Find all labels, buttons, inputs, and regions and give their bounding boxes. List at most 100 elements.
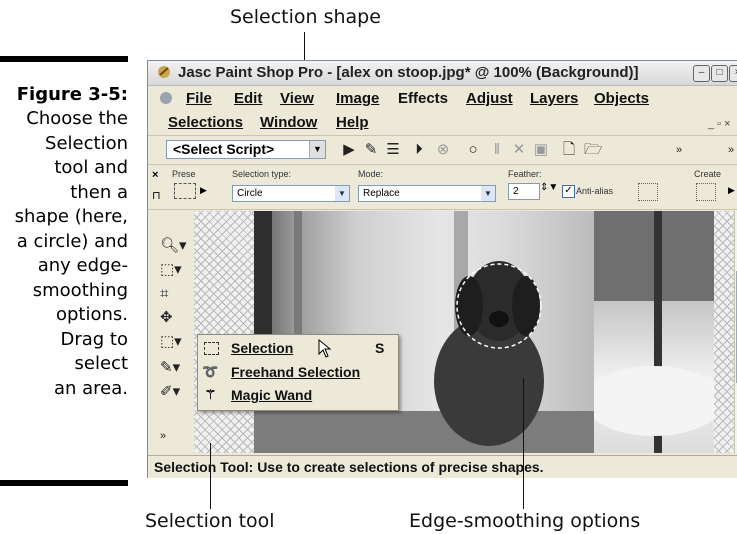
selection-type-label: Selection type: xyxy=(232,169,292,179)
menu-file[interactable]: File xyxy=(186,90,212,107)
script-list-icon[interactable]: ☰ xyxy=(384,141,402,159)
menu-window[interactable]: Window xyxy=(260,114,317,131)
maximize-button[interactable]: □ xyxy=(711,65,728,82)
menu-view-label: View xyxy=(280,90,314,107)
app-logo-icon xyxy=(156,64,172,80)
overflow-chevron-icon-2[interactable]: » xyxy=(722,141,737,159)
close-palette-icon[interactable]: × xyxy=(152,169,158,181)
run-script-icon[interactable]: ▶ xyxy=(340,141,358,159)
presets-label: Prese xyxy=(172,169,196,179)
flyout-item-selection[interactable]: Selection S xyxy=(199,337,395,360)
paintbrush-tool-icon[interactable]: ✐▾ xyxy=(160,381,188,403)
callout-line-edge-smoothing xyxy=(523,378,524,509)
caption-top-rule xyxy=(0,56,128,62)
move-tool-icon[interactable]: ✥ xyxy=(160,307,188,329)
caption-line: smoothing xyxy=(32,279,128,301)
menu-objects-label: Objects xyxy=(594,90,650,107)
save-script-icon[interactable]: ▣ xyxy=(532,141,550,159)
zoom-tool-icon[interactable]: 🔍︎▾ xyxy=(160,235,188,257)
cancel-icon[interactable]: ✕ xyxy=(510,141,528,159)
presets-arrow-icon[interactable]: ▶ xyxy=(200,185,207,196)
selection-type-value: Circle xyxy=(237,188,263,199)
selection-tool-icon[interactable]: ⬚▾ xyxy=(160,331,188,353)
caption-line: a circle) and xyxy=(16,230,128,252)
menu-edit-label: Edit xyxy=(234,90,263,107)
open-folder-icon[interactable]: 🗁 xyxy=(584,141,603,159)
selection-mode-icon[interactable] xyxy=(638,183,658,201)
menu-objects[interactable]: Objects xyxy=(594,90,649,107)
menu-adjust[interactable]: Adjust xyxy=(466,90,513,107)
caption-line: an area. xyxy=(53,377,128,399)
mode-select[interactable]: Replace ▼ xyxy=(358,185,496,202)
feather-input[interactable]: 2 xyxy=(508,183,540,200)
antialias-checkbox[interactable]: ✓ xyxy=(562,185,575,198)
menu-view[interactable]: View xyxy=(280,90,314,107)
selection-type-select[interactable]: Circle ▼ xyxy=(232,185,350,202)
caption-line: shape (here, xyxy=(14,206,128,227)
menu-effects-label: Effects xyxy=(398,90,449,107)
callout-line-selection-tool xyxy=(210,443,211,509)
flyout-item-magic-wand[interactable]: ⚚ Magic Wand xyxy=(199,384,395,407)
flyout-item-label: Magic Wand xyxy=(231,384,312,407)
menu-edit[interactable]: Edit xyxy=(234,90,262,107)
overflow-chevron-icon[interactable]: » xyxy=(670,141,688,159)
pick-tool-icon[interactable]: ⬚▾ xyxy=(160,259,188,281)
record-icon[interactable]: ○ xyxy=(464,141,482,159)
feather-stepper-icon[interactable]: ⇕▼ xyxy=(540,183,558,193)
new-file-icon[interactable]: 🗋 xyxy=(560,141,578,159)
menu-window-label: Window xyxy=(260,114,318,131)
document-icon[interactable] xyxy=(158,90,174,106)
presets-icon[interactable] xyxy=(174,183,196,199)
figure-caption: Choose the Selection tool and then a sha… xyxy=(0,107,128,401)
menu-help[interactable]: Help xyxy=(336,114,369,131)
more-tools-chevron-icon[interactable]: » xyxy=(160,425,188,447)
flyout-item-freehand[interactable]: ➰ Freehand Selection xyxy=(199,361,395,384)
mode-label: Mode: xyxy=(358,169,384,179)
menu-selections-label: Selections xyxy=(168,114,244,131)
chevron-down-icon: ▼ xyxy=(335,186,349,201)
image-canvas[interactable] xyxy=(194,211,734,453)
edit-script-icon[interactable]: ✎ xyxy=(362,141,380,159)
menu-image[interactable]: Image xyxy=(336,90,379,107)
flyout-item-label: Selection xyxy=(231,337,293,360)
caption-line: Selection xyxy=(45,132,128,154)
menu-effects[interactable]: Effects xyxy=(398,90,448,107)
crop-tool-icon[interactable]: ⌗ xyxy=(160,283,188,305)
dropper-tool-icon[interactable]: ✎▾ xyxy=(160,357,188,379)
run-batch-icon[interactable]: ⏵ xyxy=(410,141,428,159)
antialias-label: Anti-alias xyxy=(576,186,614,196)
feather-label: Feather: xyxy=(508,169,542,179)
doc-window-controls[interactable]: _ ▫ × xyxy=(708,118,731,130)
figure-title: Figure 3-5: xyxy=(16,84,128,105)
menu-layers[interactable]: Layers xyxy=(530,90,578,107)
magic-wand-icon: ⚚ xyxy=(204,387,217,402)
caption-line: Drag to xyxy=(60,328,128,350)
caption-line: select xyxy=(74,353,128,374)
chevron-down-icon[interactable]: ▼ xyxy=(309,141,325,158)
pause-icon[interactable]: ‖ xyxy=(488,141,506,159)
menu-selections[interactable]: Selections xyxy=(168,114,243,131)
dog-photo xyxy=(254,211,594,453)
minimize-button[interactable]: – xyxy=(693,65,710,82)
caption-line: tool and xyxy=(54,157,128,178)
callout-selection-shape: Selection shape xyxy=(230,6,381,28)
menu-image-label: Image xyxy=(336,90,380,107)
feather-value: 2 xyxy=(513,186,519,197)
pin-icon[interactable]: ⊓ xyxy=(152,189,161,202)
background-photo xyxy=(594,211,714,453)
freehand-lasso-icon: ➰ xyxy=(202,364,219,379)
script-toolbar: <Select Script> ▼ ▶ ✎ ☰ ⏵ ⊗ ○ ‖ ✕ ▣ 🗋 🗁 … xyxy=(148,135,737,165)
menu-file-label: File xyxy=(186,90,212,107)
flyout-item-label-text: Selection xyxy=(231,340,294,356)
close-button[interactable]: × xyxy=(729,65,737,82)
options-arrow-icon[interactable]: ▶ xyxy=(728,185,735,196)
flyout-item-label-text: Magic Wand xyxy=(231,387,313,403)
caption-bottom-rule xyxy=(0,480,128,486)
stop-icon[interactable]: ⊗ xyxy=(434,141,452,159)
create-selection-icon[interactable] xyxy=(696,183,716,201)
select-script-dropdown[interactable]: <Select Script> ▼ xyxy=(166,140,326,159)
flyout-item-label: Freehand Selection xyxy=(231,361,360,384)
selection-tools-flyout: Selection S ➰ Freehand Selection ⚚ Magic… xyxy=(197,334,399,411)
status-text: Selection Tool: Use to create selections… xyxy=(154,459,544,475)
menu-help-label: Help xyxy=(336,114,369,131)
